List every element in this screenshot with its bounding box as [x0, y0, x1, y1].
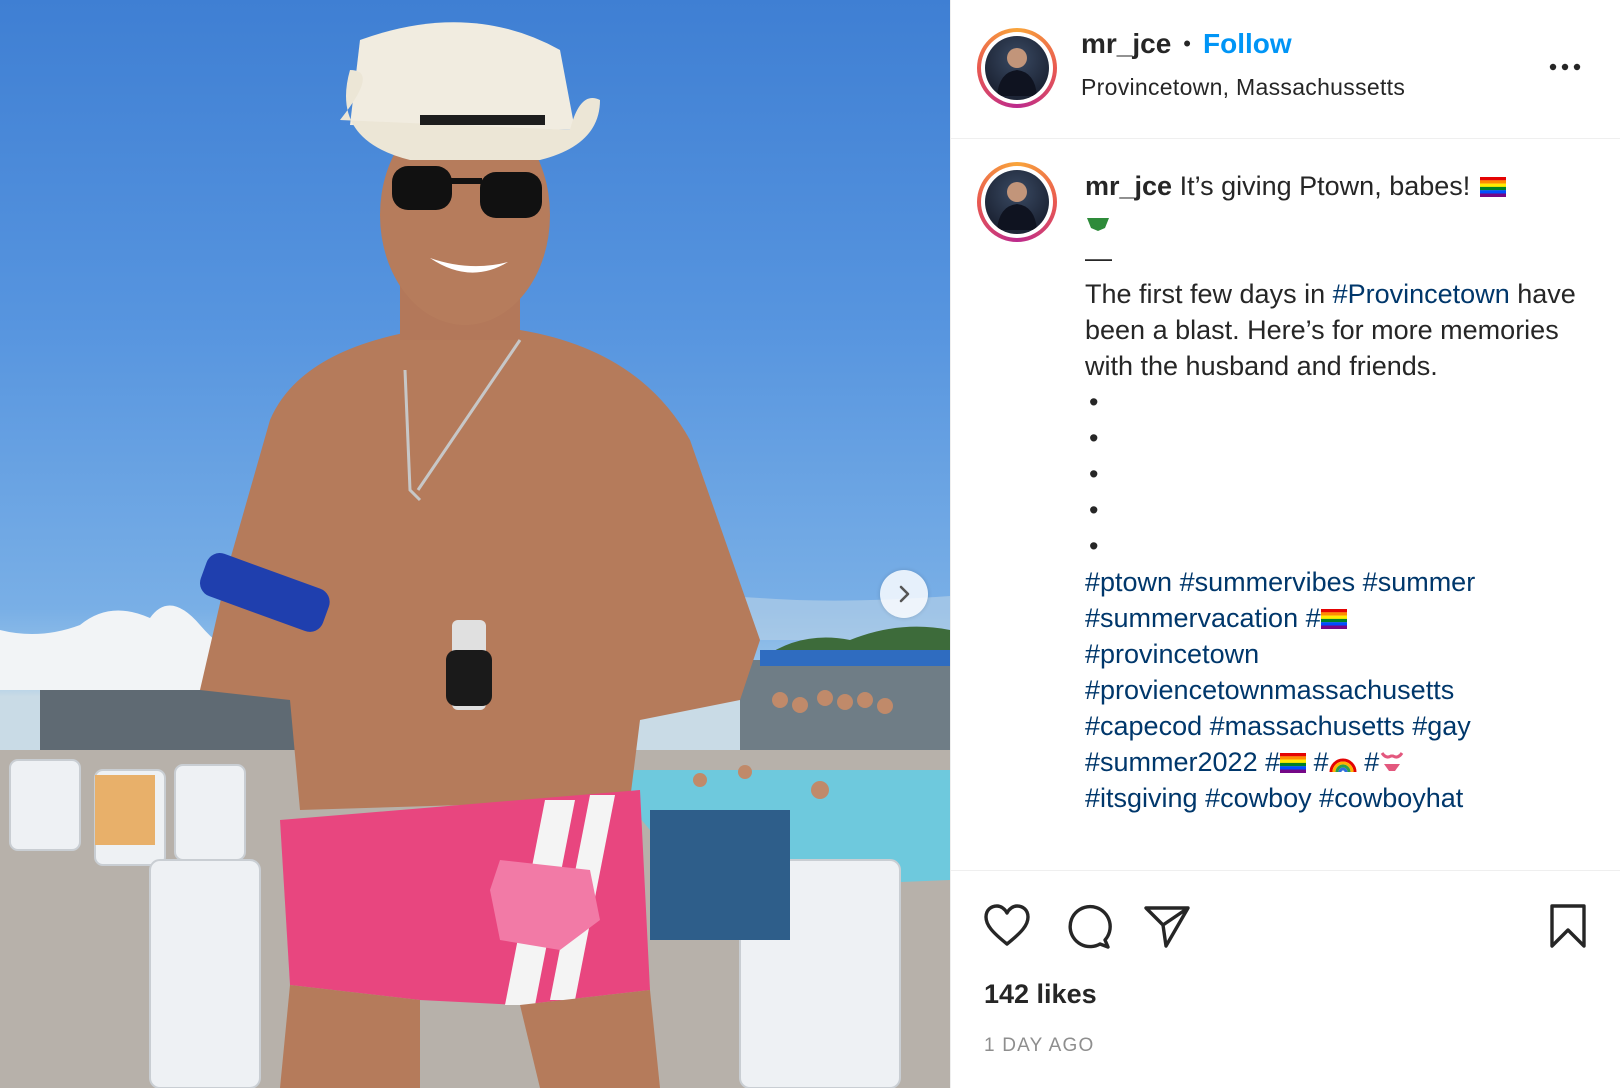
post-photo[interactable]: [0, 0, 950, 1088]
caption-bullet: •: [1089, 495, 1099, 525]
bookmark-icon: [1550, 904, 1586, 948]
likes-count[interactable]: 142 likes: [984, 979, 1097, 1010]
hashtag-link[interactable]: #provincetown: [1085, 639, 1259, 669]
hashtag-link[interactable]: #proviencetownmassachusetts: [1085, 675, 1454, 705]
hashtag-link[interactable]: #summervibes: [1180, 567, 1356, 597]
caption-line1: It’s giving Ptown, babes!: [1179, 171, 1471, 201]
hashtag-link[interactable]: #cowboyhat: [1319, 783, 1463, 813]
avatar-photo: [985, 36, 1049, 100]
hashtag-flag-link[interactable]: #: [1265, 747, 1307, 777]
post-header: mr_jce • Follow Provincetown, Massachuss…: [951, 0, 1620, 139]
follow-button[interactable]: Follow: [1203, 28, 1292, 60]
bikini-icon: [1380, 752, 1404, 771]
hashtag-link[interactable]: #summervacation: [1085, 603, 1298, 633]
caption-dash: —: [1085, 243, 1112, 273]
post-timestamp[interactable]: 1 DAY AGO: [984, 1035, 1094, 1057]
hashtag-link[interactable]: #itsgiving: [1085, 783, 1198, 813]
caption-bullet: •: [1089, 387, 1099, 417]
caption-bullet: •: [1089, 423, 1099, 453]
avatar[interactable]: [977, 28, 1057, 108]
caption-body-pre: The first few days in: [1085, 279, 1326, 309]
post-caption: mr_jce It’s giving Ptown, babes! — The f…: [951, 160, 1620, 870]
hashtag-link[interactable]: #gay: [1412, 711, 1471, 741]
next-photo-button[interactable]: [880, 570, 928, 618]
hashtag-link[interactable]: #summer2022: [1085, 747, 1258, 777]
rainbow-flag-icon: [1479, 177, 1506, 197]
caption-username[interactable]: mr_jce: [1085, 171, 1172, 201]
caption-bullet: •: [1089, 531, 1099, 561]
share-button[interactable]: [1142, 901, 1192, 951]
post-sidebar: mr_jce • Follow Provincetown, Massachuss…: [950, 0, 1620, 1088]
rainbow-flag-icon: [1280, 753, 1307, 773]
post-actions: 142 likes 1 DAY AGO: [951, 870, 1620, 1089]
hashtag-link[interactable]: #summer: [1363, 567, 1476, 597]
separator-dot: •: [1183, 31, 1191, 56]
more-options-button[interactable]: [1543, 52, 1587, 82]
hashtag-flag-link[interactable]: #: [1306, 603, 1347, 633]
post-location[interactable]: Provincetown, Massachussetts: [1081, 74, 1405, 101]
like-button[interactable]: [982, 901, 1032, 951]
heart-icon: [984, 904, 1030, 946]
caption-text: mr_jce It’s giving Ptown, babes! — The f…: [1085, 168, 1585, 816]
rainbow-icon: [1329, 758, 1357, 773]
photo-scene: [0, 22, 950, 1088]
caption-bullet: •: [1089, 459, 1099, 489]
hashtag-link[interactable]: #massachusetts: [1210, 711, 1405, 741]
hashtag-link[interactable]: #Provincetown: [1333, 279, 1510, 309]
hashtag-link[interactable]: #ptown: [1085, 567, 1172, 597]
chevron-right-icon: [899, 585, 910, 603]
comment-button[interactable]: [1062, 901, 1112, 951]
rainbow-flag-icon: [1320, 609, 1347, 629]
hashtag-bikini-link[interactable]: #: [1364, 747, 1405, 777]
more-horizontal-icon: [1549, 63, 1581, 71]
caption-avatar[interactable]: [977, 162, 1057, 242]
post-username[interactable]: mr_jce: [1081, 28, 1171, 60]
save-button[interactable]: [1543, 901, 1593, 951]
hashtag-link[interactable]: #capecod: [1085, 711, 1202, 741]
comment-icon: [1068, 904, 1112, 949]
share-icon: [1144, 906, 1190, 948]
hashtag-link[interactable]: #cowboy: [1205, 783, 1312, 813]
hashtag-rainbow-link[interactable]: #: [1314, 747, 1357, 777]
green-briefs-icon: [1087, 218, 1109, 231]
